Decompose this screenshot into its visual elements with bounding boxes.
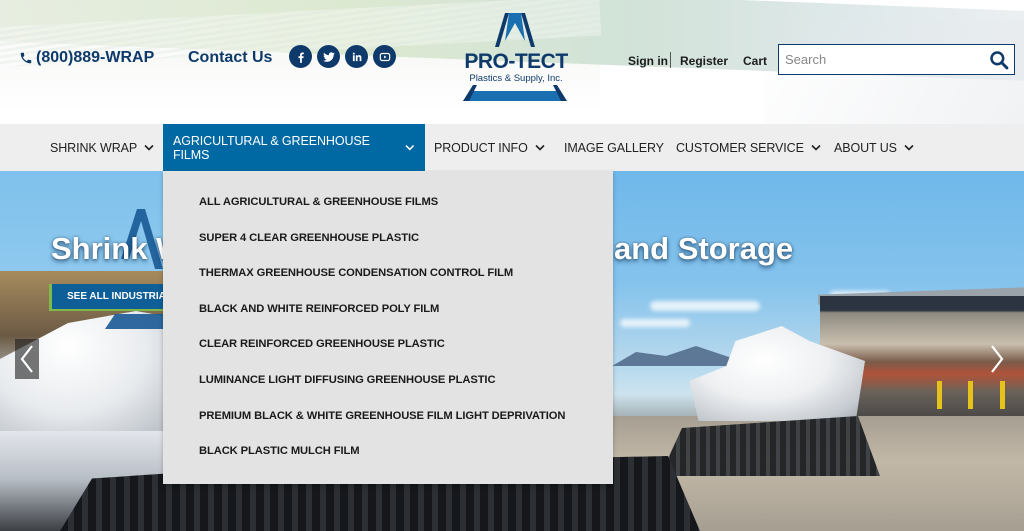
agricultural-films-dropdown-menu: ALL AGRICULTURAL & GREENHOUSE FILMS SUPE… <box>163 171 613 484</box>
youtube-icon[interactable] <box>373 45 396 68</box>
phone-link[interactable]: (800)889-WRAP <box>19 49 154 67</box>
slider-prev-button[interactable] <box>15 339 39 379</box>
chevron-down-icon <box>405 145 415 151</box>
chevron-down-icon <box>811 144 821 151</box>
search-icon <box>990 50 1009 69</box>
chevron-down-icon <box>144 144 154 151</box>
hero-image-cloud <box>620 319 690 327</box>
chevron-right-icon <box>991 345 1004 373</box>
search-bar <box>778 44 1015 75</box>
hero-title-continued: and Storage <box>614 231 794 266</box>
nav-item-label: SHRINK WRAP <box>50 140 138 155</box>
dropdown-item-clear-reinforced-greenhouse-plastic[interactable]: CLEAR REINFORCED GREENHOUSE PLASTIC <box>163 336 613 372</box>
search-button[interactable] <box>984 45 1014 74</box>
phone-icon <box>20 52 32 64</box>
hero-logo-watermark-icon <box>105 209 175 329</box>
facebook-icon[interactable] <box>289 45 312 68</box>
logo-brand-text: PRO-TECT <box>464 50 568 73</box>
dropdown-item-luminance-light-diffusing-plastic[interactable]: LUMINANCE LIGHT DIFFUSING GREENHOUSE PLA… <box>163 372 613 408</box>
nav-item-label: PRODUCT INFO <box>434 140 528 155</box>
site-logo[interactable]: PRO-TECT Plastics & Supply, Inc. <box>455 11 575 105</box>
cart-link[interactable]: Cart <box>743 54 767 68</box>
chevron-left-icon <box>20 345 33 373</box>
contact-us-link[interactable]: Contact Us <box>188 49 272 67</box>
linkedin-icon[interactable] <box>345 45 368 68</box>
nav-item-product-info[interactable]: PRODUCT INFO <box>434 124 545 171</box>
nav-item-label: AGRICULTURAL & GREENHOUSE FILMS <box>173 133 370 162</box>
twitter-icon[interactable] <box>317 45 340 68</box>
dropdown-item-thermax-condensation-control-film[interactable]: THERMAX GREENHOUSE CONDENSATION CONTROL … <box>163 265 613 301</box>
see-all-industrial-button[interactable]: SEE ALL INDUSTRIAL <box>49 284 179 311</box>
nav-item-agricultural-greenhouse-films[interactable]: AGRICULTURAL & GREENHOUSE FILMS <box>163 124 425 171</box>
chevron-down-icon <box>535 144 545 151</box>
dropdown-item-all-agricultural-greenhouse-films[interactable]: ALL AGRICULTURAL & GREENHOUSE FILMS <box>163 194 613 230</box>
nav-item-shrink-wrap[interactable]: SHRINK WRAP <box>50 124 154 171</box>
hero-image-cloud <box>650 301 760 311</box>
slider-next-button[interactable] <box>985 339 1009 379</box>
nav-item-label: CUSTOMER SERVICE <box>676 140 804 155</box>
nav-item-label: ABOUT US <box>834 140 897 155</box>
dropdown-item-super-4-clear-greenhouse-plastic[interactable]: SUPER 4 CLEAR GREENHOUSE PLASTIC <box>163 230 613 266</box>
sign-in-link[interactable]: Sign in <box>628 54 668 68</box>
nav-item-about-us[interactable]: ABOUT US <box>834 124 914 171</box>
chevron-down-icon <box>904 144 914 151</box>
dropdown-item-premium-black-white-light-deprivation[interactable]: PREMIUM BLACK & WHITE GREENHOUSE FILM LI… <box>163 408 613 444</box>
register-link[interactable]: Register <box>680 54 728 68</box>
nav-item-label: IMAGE GALLERY <box>564 140 664 155</box>
dropdown-list: ALL AGRICULTURAL & GREENHOUSE FILMS SUPE… <box>163 171 613 479</box>
social-links <box>289 45 396 68</box>
main-nav: SHRINK WRAP AGRICULTURAL & GREENHOUSE FI… <box>0 124 1024 171</box>
account-divider <box>670 52 671 68</box>
nav-item-customer-service[interactable]: CUSTOMER SERVICE <box>676 124 821 171</box>
phone-number: (800)889-WRAP <box>36 49 155 66</box>
logo-subtitle: Plastics & Supply, Inc. <box>469 73 563 84</box>
nav-item-image-gallery[interactable]: IMAGE GALLERY <box>564 124 664 171</box>
site-header: (800)889-WRAP Contact Us PRO-TECT Plasti… <box>0 0 1024 124</box>
search-input[interactable] <box>779 45 984 74</box>
dropdown-item-black-plastic-mulch-film[interactable]: BLACK PLASTIC MULCH FILM <box>163 443 613 479</box>
dropdown-item-black-white-reinforced-poly-film[interactable]: BLACK AND WHITE REINFORCED POLY FILM <box>163 301 613 337</box>
